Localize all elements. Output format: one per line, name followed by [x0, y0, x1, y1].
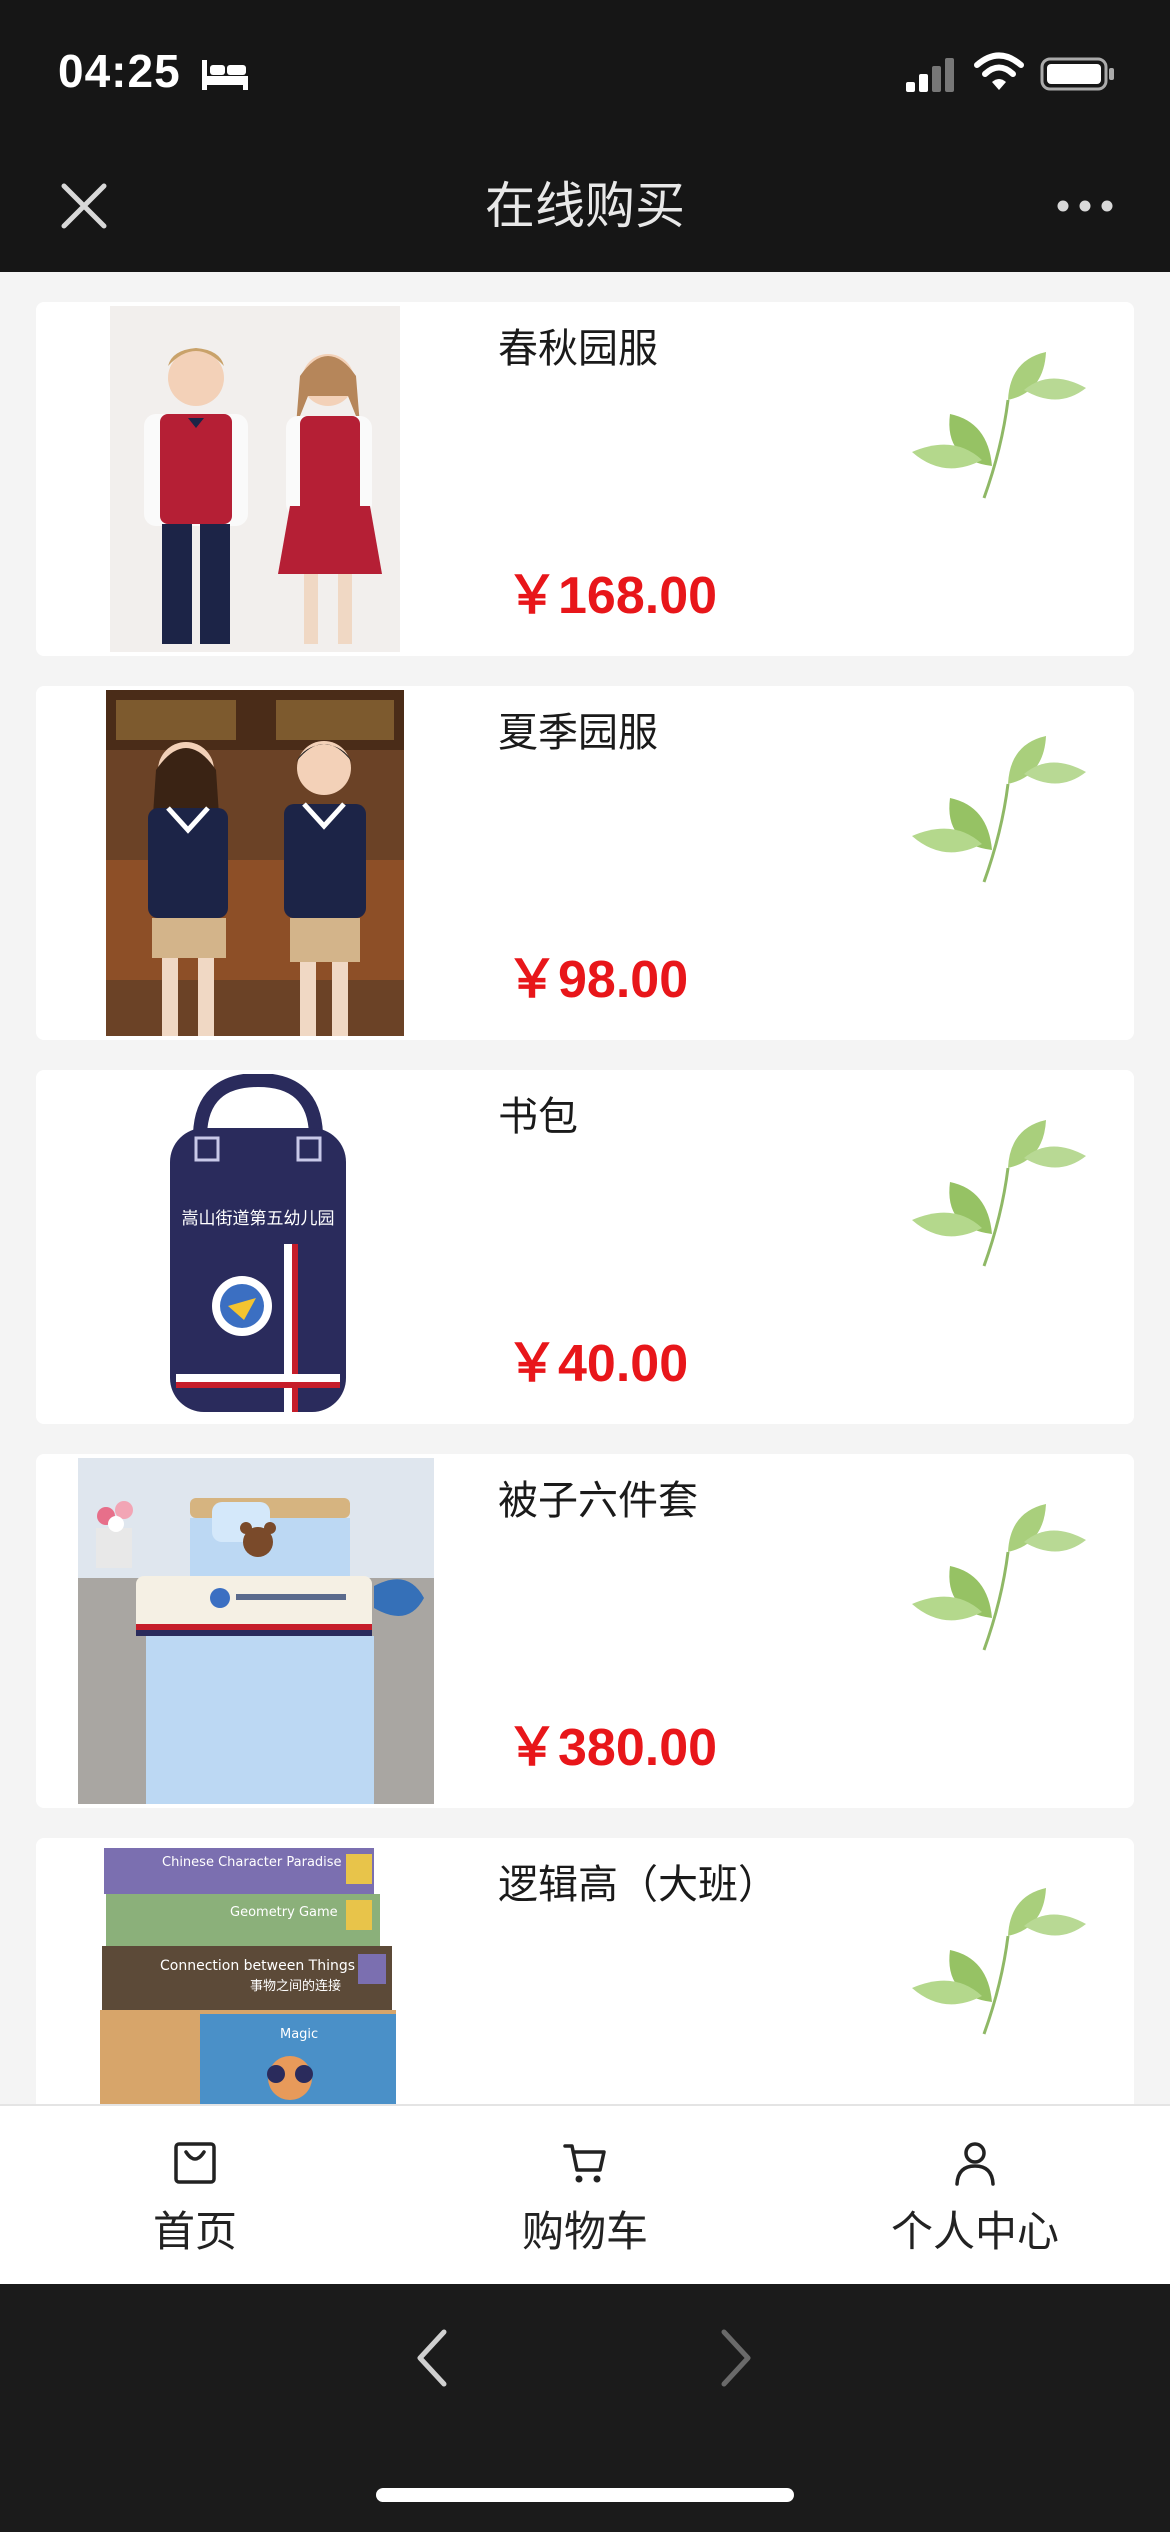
tab-label: 首页 — [152, 2207, 237, 2256]
wifi-icon — [974, 52, 1024, 90]
leaf-icon — [912, 1120, 1086, 1267]
chevron-left-icon[interactable] — [412, 2326, 452, 2390]
product-name: 书包 — [498, 1094, 578, 1140]
cart-icon — [563, 2144, 606, 2183]
tab-label: 购物车 — [521, 2207, 648, 2256]
battery-icon — [1040, 57, 1114, 91]
status-time: 04:25 — [58, 45, 181, 97]
product-price: ￥168.00 — [506, 567, 718, 625]
product-price: ￥380.00 — [506, 1719, 718, 1777]
leaf-icon — [912, 352, 1086, 499]
more-icon[interactable] — [1056, 196, 1114, 216]
product-image-bedding — [78, 1458, 434, 1804]
leaf-icon — [912, 736, 1086, 883]
tab-bar: 首页 购物车 个人中心 — [0, 2104, 1170, 2284]
bed-icon — [202, 60, 248, 90]
product-card[interactable]: Chinese Character Paradise Geometry Game… — [36, 1838, 1134, 2104]
leaf-icon — [912, 1888, 1086, 2035]
tab-profile[interactable]: 个人中心 — [780, 2106, 1170, 2284]
book-title: Connection between Things — [160, 1958, 355, 1974]
product-name: 被子六件套 — [498, 1478, 698, 1524]
leaf-icon — [912, 1504, 1086, 1651]
tab-label: 个人中心 — [890, 2207, 1059, 2256]
product-card[interactable]: 春秋园服 ￥168.00 — [36, 302, 1134, 656]
product-card[interactable]: 被子六件套 ￥380.00 — [36, 1454, 1134, 1808]
tab-home[interactable]: 首页 — [0, 2106, 390, 2284]
tab-cart[interactable]: 购物车 — [390, 2106, 780, 2284]
product-name: 逻辑高（大班） — [498, 1862, 778, 1908]
product-card[interactable]: 嵩山街道第五幼儿园 书包 ￥40.00 — [36, 1070, 1134, 1424]
product-image-uniform-spring — [110, 306, 400, 652]
signal-icon — [906, 58, 954, 92]
book-title: Geometry Game — [230, 1905, 338, 1920]
chevron-right-icon — [721, 2329, 751, 2387]
home-indicator — [376, 2488, 794, 2502]
person-icon — [955, 2142, 995, 2186]
book-title: Chinese Character Paradise — [162, 1855, 342, 1870]
book-title: 事物之间的连接 — [250, 1978, 341, 1994]
product-image-logic-books: Chinese Character Paradise Geometry Game… — [100, 1842, 396, 2104]
product-name: 春秋园服 — [498, 326, 658, 372]
product-price: ￥98.00 — [506, 951, 689, 1009]
product-image-backpack: 嵩山街道第五幼儿园 — [132, 1074, 382, 1420]
product-card[interactable]: 夏季园服 ￥98.00 — [36, 686, 1134, 1040]
bag-icon — [174, 2142, 216, 2184]
backpack-print: 嵩山街道第五幼儿园 — [182, 1209, 335, 1229]
book-title: Magic — [280, 2027, 318, 2042]
product-image-uniform-summer — [106, 690, 404, 1036]
page-title: 在线购买 — [485, 177, 685, 235]
product-price: ￥40.00 — [506, 1335, 689, 1393]
product-name: 夏季园服 — [498, 710, 658, 756]
